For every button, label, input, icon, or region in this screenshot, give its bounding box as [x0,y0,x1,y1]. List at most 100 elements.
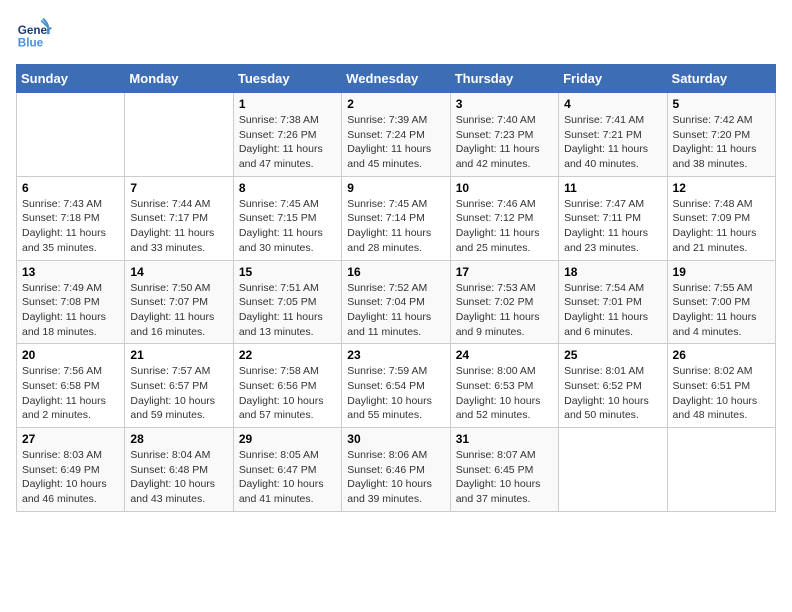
calendar-cell [17,93,125,177]
day-number: 6 [22,181,119,195]
calendar-cell: 17Sunrise: 7:53 AM Sunset: 7:02 PM Dayli… [450,260,558,344]
day-number: 11 [564,181,661,195]
day-number: 21 [130,348,227,362]
weekday-header: Monday [125,65,233,93]
day-number: 31 [456,432,553,446]
day-number: 18 [564,265,661,279]
calendar-cell: 12 Sunrise: 7:48 AM Sunset: 7:09 PM Dayli… [667,176,775,260]
calendar-cell: 8 Sunrise: 7:45 AM Sunset: 7:15 PM Daylig… [233,176,341,260]
day-info: Sunrise: 7:48 AM Sunset: 7:09 PM Dayligh… [673,197,770,256]
calendar-week-row: 1Sunrise: 7:38 AM Sunset: 7:26 PM Daylig… [17,93,776,177]
day-info: Sunrise: 7:40 AM Sunset: 7:23 PM Dayligh… [456,113,553,172]
calendar-cell: 11 Sunrise: 7:47 AM Sunset: 7:11 PM Dayli… [559,176,667,260]
day-info: Sunrise: 8:02 AM Sunset: 6:51 PM Dayligh… [673,364,770,423]
calendar-cell: 21 Sunrise: 7:57 AM Sunset: 6:57 PM Dayli… [125,344,233,428]
day-number: 29 [239,432,336,446]
day-info: Sunrise: 7:44 AM Sunset: 7:17 PM Dayligh… [130,197,227,256]
day-info: Sunrise: 7:46 AM Sunset: 7:12 PM Dayligh… [456,197,553,256]
calendar-cell: 7 Sunrise: 7:44 AM Sunset: 7:17 PM Daylig… [125,176,233,260]
day-info: Sunrise: 7:45 AM Sunset: 7:14 PM Dayligh… [347,197,444,256]
calendar-cell: 18Sunrise: 7:54 AM Sunset: 7:01 PM Dayli… [559,260,667,344]
weekday-header: Tuesday [233,65,341,93]
day-info: Sunrise: 7:49 AM Sunset: 7:08 PM Dayligh… [22,281,119,340]
day-info: Sunrise: 7:58 AM Sunset: 6:56 PM Dayligh… [239,364,336,423]
day-number: 23 [347,348,444,362]
calendar-week-row: 6 Sunrise: 7:43 AM Sunset: 7:18 PM Daylig… [17,176,776,260]
day-info: Sunrise: 7:43 AM Sunset: 7:18 PM Dayligh… [22,197,119,256]
calendar-cell: 31 Sunrise: 8:07 AM Sunset: 6:45 PM Dayli… [450,428,558,512]
day-number: 22 [239,348,336,362]
day-info: Sunrise: 7:50 AM Sunset: 7:07 PM Dayligh… [130,281,227,340]
day-number: 14 [130,265,227,279]
day-number: 7 [130,181,227,195]
day-number: 27 [22,432,119,446]
logo: General Blue [16,16,56,52]
weekday-header-row: SundayMondayTuesdayWednesdayThursdayFrid… [17,65,776,93]
day-number: 26 [673,348,770,362]
calendar-cell: 1Sunrise: 7:38 AM Sunset: 7:26 PM Daylig… [233,93,341,177]
calendar-cell: 10 Sunrise: 7:46 AM Sunset: 7:12 PM Dayli… [450,176,558,260]
calendar-cell: 20Sunrise: 7:56 AM Sunset: 6:58 PM Dayli… [17,344,125,428]
day-number: 4 [564,97,661,111]
calendar-cell: 15 Sunrise: 7:51 AM Sunset: 7:05 PM Dayli… [233,260,341,344]
calendar-cell: 3Sunrise: 7:40 AM Sunset: 7:23 PM Daylig… [450,93,558,177]
day-info: Sunrise: 8:01 AM Sunset: 6:52 PM Dayligh… [564,364,661,423]
calendar-cell: 5Sunrise: 7:42 AM Sunset: 7:20 PM Daylig… [667,93,775,177]
day-info: Sunrise: 8:07 AM Sunset: 6:45 PM Dayligh… [456,448,553,507]
day-number: 9 [347,181,444,195]
day-number: 13 [22,265,119,279]
calendar-cell: 30 Sunrise: 8:06 AM Sunset: 6:46 PM Dayli… [342,428,450,512]
day-number: 28 [130,432,227,446]
calendar-table: SundayMondayTuesdayWednesdayThursdayFrid… [16,64,776,512]
page-header: General Blue [16,16,776,52]
calendar-cell: 9 Sunrise: 7:45 AM Sunset: 7:14 PM Daylig… [342,176,450,260]
day-info: Sunrise: 7:55 AM Sunset: 7:00 PM Dayligh… [673,281,770,340]
calendar-cell: 22 Sunrise: 7:58 AM Sunset: 6:56 PM Dayli… [233,344,341,428]
calendar-cell [125,93,233,177]
calendar-cell: 28Sunrise: 8:04 AM Sunset: 6:48 PM Dayli… [125,428,233,512]
calendar-cell: 19 Sunrise: 7:55 AM Sunset: 7:00 PM Dayli… [667,260,775,344]
day-info: Sunrise: 8:05 AM Sunset: 6:47 PM Dayligh… [239,448,336,507]
day-info: Sunrise: 7:39 AM Sunset: 7:24 PM Dayligh… [347,113,444,172]
calendar-cell: 13 Sunrise: 7:49 AM Sunset: 7:08 PM Dayli… [17,260,125,344]
day-info: Sunrise: 8:06 AM Sunset: 6:46 PM Dayligh… [347,448,444,507]
weekday-header: Saturday [667,65,775,93]
day-number: 30 [347,432,444,446]
day-number: 15 [239,265,336,279]
calendar-week-row: 27 Sunrise: 8:03 AM Sunset: 6:49 PM Dayli… [17,428,776,512]
calendar-cell: 23 Sunrise: 7:59 AM Sunset: 6:54 PM Dayli… [342,344,450,428]
calendar-cell: 14 Sunrise: 7:50 AM Sunset: 7:07 PM Dayli… [125,260,233,344]
day-info: Sunrise: 8:03 AM Sunset: 6:49 PM Dayligh… [22,448,119,507]
calendar-week-row: 13 Sunrise: 7:49 AM Sunset: 7:08 PM Dayli… [17,260,776,344]
calendar-cell: 27 Sunrise: 8:03 AM Sunset: 6:49 PM Dayli… [17,428,125,512]
day-number: 5 [673,97,770,111]
day-number: 10 [456,181,553,195]
calendar-cell: 16 Sunrise: 7:52 AM Sunset: 7:04 PM Dayli… [342,260,450,344]
day-info: Sunrise: 8:00 AM Sunset: 6:53 PM Dayligh… [456,364,553,423]
svg-text:Blue: Blue [18,37,44,50]
day-number: 17 [456,265,553,279]
day-info: Sunrise: 7:47 AM Sunset: 7:11 PM Dayligh… [564,197,661,256]
day-number: 12 [673,181,770,195]
weekday-header: Sunday [17,65,125,93]
calendar-cell: 6 Sunrise: 7:43 AM Sunset: 7:18 PM Daylig… [17,176,125,260]
day-number: 19 [673,265,770,279]
day-number: 1 [239,97,336,111]
day-info: Sunrise: 7:59 AM Sunset: 6:54 PM Dayligh… [347,364,444,423]
calendar-cell [559,428,667,512]
weekday-header: Thursday [450,65,558,93]
calendar-cell: 25Sunrise: 8:01 AM Sunset: 6:52 PM Dayli… [559,344,667,428]
day-info: Sunrise: 7:52 AM Sunset: 7:04 PM Dayligh… [347,281,444,340]
day-info: Sunrise: 7:41 AM Sunset: 7:21 PM Dayligh… [564,113,661,172]
calendar-cell: 2 Sunrise: 7:39 AM Sunset: 7:24 PM Daylig… [342,93,450,177]
day-number: 2 [347,97,444,111]
day-number: 16 [347,265,444,279]
calendar-cell [667,428,775,512]
day-info: Sunrise: 7:51 AM Sunset: 7:05 PM Dayligh… [239,281,336,340]
day-info: Sunrise: 7:45 AM Sunset: 7:15 PM Dayligh… [239,197,336,256]
weekday-header: Wednesday [342,65,450,93]
day-number: 8 [239,181,336,195]
weekday-header: Friday [559,65,667,93]
day-info: Sunrise: 7:57 AM Sunset: 6:57 PM Dayligh… [130,364,227,423]
calendar-cell: 26 Sunrise: 8:02 AM Sunset: 6:51 PM Dayli… [667,344,775,428]
